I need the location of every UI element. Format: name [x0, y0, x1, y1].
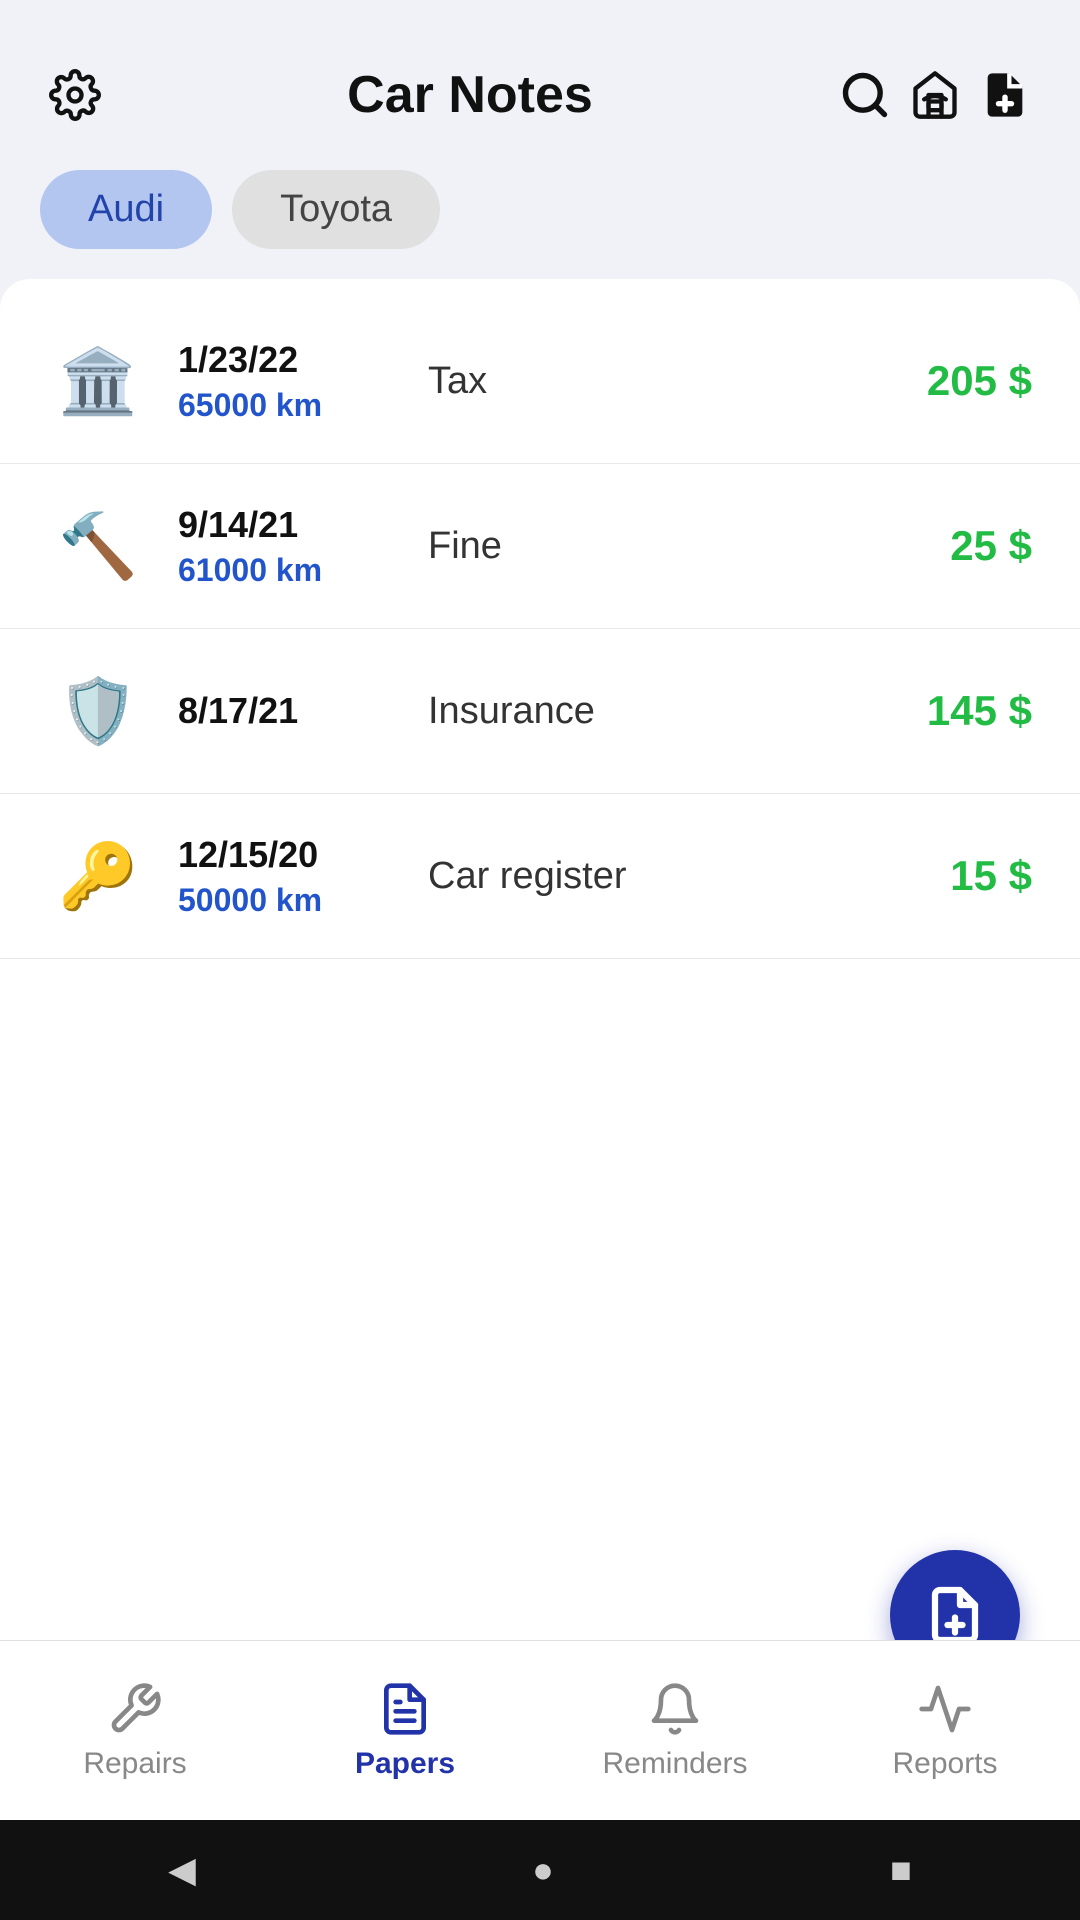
settings-button[interactable]	[40, 60, 110, 130]
nav-reports[interactable]: Reports	[810, 1641, 1080, 1820]
car-tabs: Audi Toyota	[0, 160, 1080, 279]
record-km: 65000 km	[178, 387, 398, 424]
content-wrapper: 🏛️ 1/23/22 65000 km Tax 205 $ 🔨 9/14/21 …	[0, 279, 1080, 1920]
record-amount: 145 $	[852, 687, 1032, 735]
record-row[interactable]: 🏛️ 1/23/22 65000 km Tax 205 $	[0, 299, 1080, 464]
record-row[interactable]: 🔨 9/14/21 61000 km Fine 25 $	[0, 464, 1080, 629]
nav-reminders-label: Reminders	[602, 1747, 747, 1781]
nav-repairs[interactable]: Repairs	[0, 1641, 270, 1820]
record-amount: 205 $	[852, 357, 1032, 405]
record-date: 9/14/21	[178, 504, 398, 546]
record-amount: 15 $	[852, 852, 1032, 900]
add-document-button[interactable]	[970, 60, 1040, 130]
nav-papers[interactable]: Papers	[270, 1641, 540, 1820]
app-header: Car Notes	[0, 0, 1080, 160]
record-info: 12/15/20 50000 km	[178, 834, 398, 919]
nav-papers-label: Papers	[355, 1747, 455, 1781]
record-row[interactable]: 🔑 12/15/20 50000 km Car register 15 $	[0, 794, 1080, 959]
record-row[interactable]: 🛡️ 8/17/21 Insurance 145 $	[0, 629, 1080, 794]
recent-button[interactable]: ■	[890, 1849, 912, 1891]
record-type: Fine	[428, 525, 822, 568]
tab-toyota[interactable]: Toyota	[232, 170, 440, 249]
record-type: Car register	[428, 855, 822, 898]
record-icon-fine: 🔨	[48, 496, 148, 596]
record-type: Tax	[428, 360, 822, 403]
record-date: 1/23/22	[178, 339, 398, 381]
record-icon-tax: 🏛️	[48, 331, 148, 431]
record-info: 8/17/21	[178, 690, 398, 732]
record-info: 9/14/21 61000 km	[178, 504, 398, 589]
home-button[interactable]: ●	[532, 1849, 554, 1891]
record-amount: 25 $	[852, 522, 1032, 570]
record-date: 8/17/21	[178, 690, 398, 732]
app-title: Car Notes	[110, 65, 830, 125]
tab-audi[interactable]: Audi	[40, 170, 212, 249]
record-km: 50000 km	[178, 882, 398, 919]
nav-repairs-label: Repairs	[83, 1747, 186, 1781]
record-icon-register: 🔑	[48, 826, 148, 926]
record-date: 12/15/20	[178, 834, 398, 876]
bottom-nav: Repairs Papers Reminders	[0, 1640, 1080, 1820]
record-km: 61000 km	[178, 552, 398, 589]
record-info: 1/23/22 65000 km	[178, 339, 398, 424]
nav-reminders[interactable]: Reminders	[540, 1641, 810, 1820]
search-button[interactable]	[830, 60, 900, 130]
garage-button[interactable]	[900, 60, 970, 130]
record-type: Insurance	[428, 690, 822, 733]
back-button[interactable]: ◀	[168, 1849, 196, 1891]
system-nav: ◀ ● ■	[0, 1820, 1080, 1920]
nav-reports-label: Reports	[892, 1747, 997, 1781]
record-icon-insurance: 🛡️	[48, 661, 148, 761]
